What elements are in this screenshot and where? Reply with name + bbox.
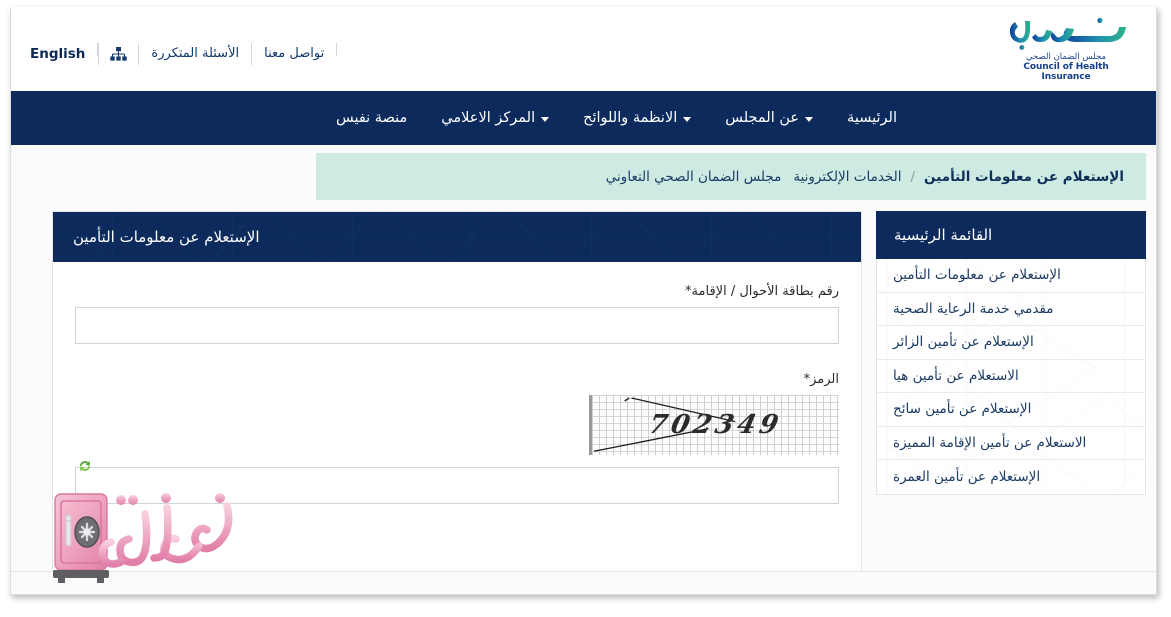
panel-header: الإستعلام عن معلومات التأمين [53, 212, 861, 262]
captcha-block: الرمز* 702349 [75, 372, 839, 504]
id-number-label: رقم بطاقة الأحوال / الإقامة* [685, 284, 839, 299]
top-utility-bar: English الأسئلة المتكررة تواصل معنا مجلس… [11, 7, 1156, 91]
chevron-down-icon [683, 116, 692, 122]
browser-frame: English الأسئلة المتكررة تواصل معنا مجلس… [10, 7, 1157, 595]
sitemap-icon[interactable] [99, 46, 138, 62]
sidebar-menu: الإستعلام عن معلومات التأمين مقدمي خدمة … [876, 259, 1146, 495]
sidebar-item-umrah-insurance[interactable]: الإستعلام عن تأمين العمرة [877, 460, 1145, 494]
sidebar-item-healthcare-providers[interactable]: مقدمي خدمة الرعاية الصحية [877, 293, 1145, 326]
nav-item-regulations[interactable]: الانظمة واللوائح [566, 110, 708, 126]
site-logo[interactable]: مجلس الضمان الصحي Council of Health Insu… [1006, 17, 1126, 82]
language-switch-english[interactable]: English [21, 45, 97, 63]
page-content: الإستعلام عن معلومات التأمين / الخدمات ا… [11, 145, 1156, 594]
nav-icon-group [29, 91, 109, 145]
id-number-input[interactable] [75, 307, 839, 344]
nav-item-label: الانظمة واللوائح [583, 110, 678, 126]
logo-english-subtitle: Council of Health Insurance [1023, 62, 1109, 82]
chevron-down-icon [805, 116, 814, 122]
breadcrumb: الإستعلام عن معلومات التأمين / الخدمات ا… [316, 153, 1146, 200]
sidebar-item-haya-insurance[interactable]: الاستعلام عن تأمين هيا [877, 360, 1145, 393]
page-bottom-strip [11, 571, 1156, 594]
sidebar-item-label: الاستعلام عن تأمين هيا [893, 367, 1019, 384]
nav-item-label: عن المجلس [725, 110, 800, 126]
sidebar-item-label: الإستعلام عن تأمين الزائر [893, 334, 1034, 351]
apps-grid-icon[interactable] [79, 103, 109, 133]
chevron-down-icon [541, 116, 550, 122]
hamburger-menu-icon[interactable] [29, 113, 57, 123]
nav-item-label: الرئيسية [847, 110, 897, 126]
utility-divider-1 [97, 42, 99, 56]
breadcrumb-section[interactable]: الخدمات الإلكترونية [781, 169, 901, 185]
captcha-input[interactable] [75, 467, 839, 504]
logo-wordmark-icon [1009, 17, 1126, 50]
inquiry-panel: الإستعلام عن معلومات التأمين رقم بطاقة ا… [52, 211, 862, 586]
sidebar-title: القائمة الرئيسية [876, 211, 1146, 259]
refresh-captcha-icon[interactable] [77, 458, 93, 474]
sidebar-item-premium-residency-insurance[interactable]: الاستعلام عن تأمين الإقامة المميزة [877, 427, 1145, 460]
panel-body: رقم بطاقة الأحوال / الإقامة* الرمز* 7023… [53, 262, 861, 534]
nav-item-nafis-platform[interactable]: منصة نفيس [319, 110, 424, 126]
page-root: English الأسئلة المتكررة تواصل معنا مجلس… [0, 0, 1171, 617]
breadcrumb-current: الإستعلام عن معلومات التأمين [924, 168, 1124, 185]
logo-arabic-subtitle: مجلس الضمان الصحي [1025, 52, 1107, 62]
nav-item-label: المركز الاعلامي [441, 110, 536, 126]
sidebar-item-insurance-info[interactable]: الإستعلام عن معلومات التأمين [877, 259, 1145, 293]
breadcrumb-root[interactable]: مجلس الضمان الصحي التعاوني [588, 169, 782, 185]
breadcrumb-separator: / [910, 168, 916, 185]
main-navigation-bar: الرئيسية عن المجلس الانظمة واللوائح المر… [11, 91, 1156, 145]
captcha-code-text: 702349 [646, 410, 785, 440]
sidebar-item-label: الإستعلام عن تأمين سائح [893, 401, 1032, 418]
sidebar-item-tourist-insurance[interactable]: الإستعلام عن تأمين سائح [877, 393, 1145, 427]
captcha-label: الرمز* [803, 372, 839, 387]
nav-item-media-center[interactable]: المركز الاعلامي [424, 110, 566, 126]
sidebar-item-label: الإستعلام عن معلومات التأمين [893, 267, 1061, 284]
captcha-input-wrap [75, 467, 839, 504]
captcha-image: 702349 [589, 395, 839, 455]
nav-item-label: منصة نفيس [335, 110, 408, 126]
nav-item-home[interactable]: الرئيسية [830, 110, 914, 126]
nav-items: الرئيسية عن المجلس الانظمة واللوائح المر… [319, 91, 914, 145]
sidebar-item-label: الإستعلام عن تأمين العمرة [893, 468, 1041, 485]
sidebar-item-visitor-insurance[interactable]: الإستعلام عن تأمين الزائر [877, 326, 1145, 360]
utility-links: English الأسئلة المتكررة تواصل معنا [21, 42, 338, 65]
utility-divider-5 [336, 42, 338, 56]
sidebar-item-label: الاستعلام عن تأمين الإقامة المميزة [893, 434, 1087, 451]
sidebar-item-label: مقدمي خدمة الرعاية الصحية [893, 300, 1054, 317]
sidebar: القائمة الرئيسية الإستعلام عن معلومات ال… [876, 211, 1146, 495]
panel-title: الإستعلام عن معلومات التأمين [73, 228, 260, 246]
faq-link[interactable]: الأسئلة المتكررة [139, 45, 251, 63]
contact-us-link[interactable]: تواصل معنا [252, 45, 336, 63]
captcha-row: 702349 [75, 395, 839, 472]
nav-item-about-council[interactable]: عن المجلس [708, 110, 830, 126]
